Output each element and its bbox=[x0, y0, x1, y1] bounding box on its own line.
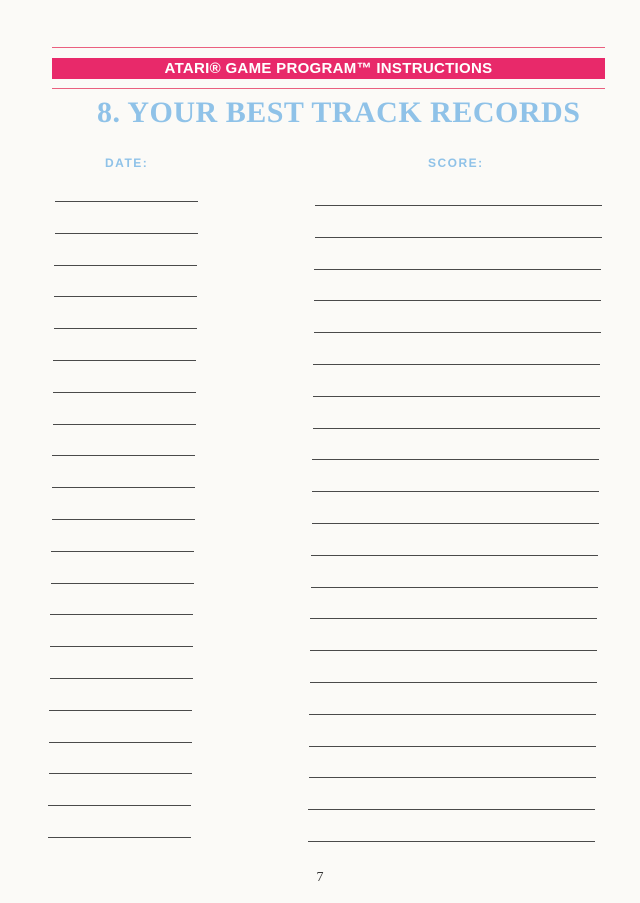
score-entry-line bbox=[308, 777, 596, 779]
score-entry-line bbox=[308, 841, 595, 842]
date-entry-line bbox=[48, 773, 192, 775]
score-entry-line bbox=[315, 205, 602, 206]
score-entry-line bbox=[312, 427, 600, 429]
date-entry-line bbox=[52, 391, 196, 393]
date-entry-line bbox=[49, 741, 193, 743]
score-entry-line bbox=[311, 554, 599, 556]
date-entry-line bbox=[50, 614, 194, 616]
page-number: 7 bbox=[316, 870, 324, 885]
score-entry-line bbox=[314, 268, 602, 270]
date-entry-line bbox=[50, 646, 194, 648]
date-entry-line bbox=[53, 328, 197, 330]
date-entry-line bbox=[49, 678, 193, 679]
score-entry-line bbox=[314, 236, 602, 238]
date-entry-line bbox=[48, 805, 192, 807]
date-entry-line bbox=[53, 296, 197, 298]
score-entry-line bbox=[311, 491, 599, 493]
date-entry-line bbox=[50, 582, 194, 584]
score-entry-line bbox=[310, 586, 598, 588]
score-entry-line bbox=[310, 618, 598, 620]
date-entry-line bbox=[51, 519, 195, 520]
date-entry-line bbox=[48, 837, 191, 838]
date-entry-line bbox=[53, 360, 197, 361]
date-entry-line bbox=[52, 423, 196, 425]
score-entry-line bbox=[313, 300, 601, 302]
date-entry-line bbox=[51, 487, 195, 489]
score-entry-line bbox=[311, 523, 599, 524]
date-entry-line bbox=[52, 455, 196, 457]
date-entry-line bbox=[49, 709, 193, 711]
score-entry-line bbox=[308, 809, 596, 811]
score-entry-line bbox=[313, 364, 601, 365]
score-entry-line bbox=[312, 395, 600, 397]
date-entry-line bbox=[54, 264, 198, 266]
score-entry-line bbox=[313, 332, 601, 334]
score-entry-line bbox=[309, 682, 597, 683]
record-lines bbox=[0, 0, 640, 903]
date-entry-line bbox=[51, 550, 195, 552]
date-entry-line bbox=[54, 232, 198, 234]
score-entry-line bbox=[310, 650, 598, 652]
score-entry-line bbox=[312, 459, 600, 461]
score-entry-line bbox=[309, 713, 597, 715]
score-entry-line bbox=[309, 745, 597, 747]
date-entry-line bbox=[55, 201, 198, 202]
